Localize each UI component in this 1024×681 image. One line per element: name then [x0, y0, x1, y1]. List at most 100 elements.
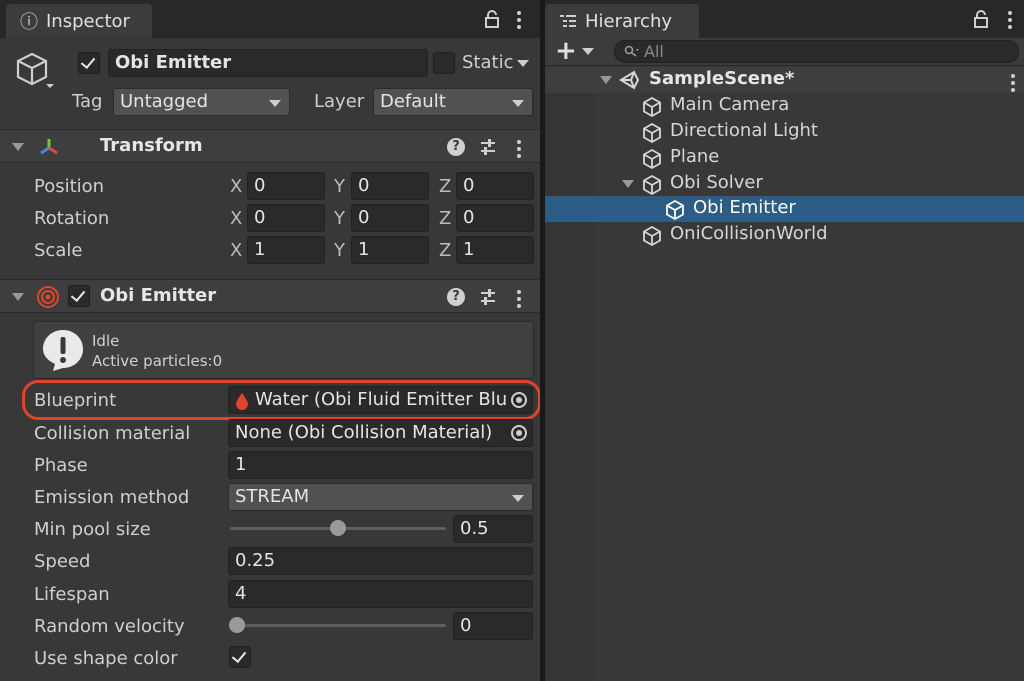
min-pool-size-thumb[interactable]	[330, 520, 346, 536]
scale-label: Scale	[34, 240, 83, 261]
collision-picker-bg[interactable]	[506, 421, 532, 445]
item-label: Directional Light	[670, 120, 818, 141]
hierarchy-item-obi-emitter[interactable]: Obi Emitter	[545, 196, 1024, 222]
emission-method-dropdown[interactable]: STREAM	[228, 483, 533, 511]
scale-x-field[interactable]: 1	[247, 236, 325, 264]
speed-field[interactable]: 0.25	[228, 547, 533, 575]
axis-z-label[interactable]: Z	[439, 240, 451, 261]
presets-icon[interactable]	[479, 288, 497, 306]
gameobject-cube-icon[interactable]	[12, 50, 56, 92]
rotation-z-field[interactable]: 0	[456, 204, 534, 232]
random-velocity-label: Random velocity	[34, 616, 185, 637]
use-shape-color-label: Use shape color	[34, 648, 178, 669]
tag-value: Untagged	[120, 91, 209, 112]
position-z-field[interactable]: 0	[456, 172, 534, 200]
tab-hierarchy[interactable]: Hierarchy	[545, 4, 699, 38]
axis-x-label[interactable]: X	[230, 240, 242, 261]
obi-emitter-title: Obi Emitter	[100, 285, 217, 306]
item-label: Main Camera	[670, 94, 790, 115]
tab-inspector[interactable]: ⓘ Inspector	[6, 4, 152, 38]
object-picker-icon[interactable]	[511, 425, 527, 441]
hierarchy-item-onicollisionworld[interactable]: OniCollisionWorld	[545, 222, 1024, 248]
static-label[interactable]: Static	[462, 52, 513, 73]
item-label: Obi Emitter	[693, 197, 796, 218]
lock-icon[interactable]	[484, 10, 500, 28]
min-pool-size-field[interactable]: 0.5	[453, 515, 533, 543]
help-icon[interactable]: ?	[447, 288, 465, 306]
transform-title: Transform	[100, 135, 203, 156]
tab-label: Inspector	[46, 10, 130, 32]
axis-y-label[interactable]: Y	[334, 240, 345, 261]
speed-label: Speed	[34, 551, 91, 572]
chevron-down-icon	[512, 495, 524, 502]
static-dropdown-icon[interactable]	[517, 60, 529, 67]
status-text: Idle	[92, 332, 120, 350]
emitter-enabled-checkbox[interactable]	[68, 285, 90, 307]
presets-icon[interactable]	[479, 138, 497, 156]
emission-method-label: Emission method	[34, 487, 190, 508]
rotation-x-field[interactable]: 0	[247, 204, 325, 232]
help-icon[interactable]: ?	[447, 138, 465, 156]
tag-dropdown[interactable]: Untagged	[113, 88, 290, 116]
axis-y-label[interactable]: Y	[334, 176, 345, 197]
lifespan-field[interactable]: 4	[228, 580, 533, 608]
inspector-menu-icon[interactable]	[516, 11, 522, 29]
hierarchy-item-plane[interactable]: Plane	[545, 145, 1024, 171]
layer-label: Layer	[314, 91, 365, 112]
search-input[interactable]: All	[614, 40, 1019, 63]
foldout-arrow-icon[interactable]	[12, 143, 24, 151]
hierarchy-item-directional-light[interactable]: Directional Light	[545, 119, 1024, 145]
hierarchy-item-obi-solver[interactable]: Obi Solver	[545, 171, 1024, 197]
add-dropdown-icon[interactable]	[582, 48, 594, 55]
axis-z-label[interactable]: Z	[439, 208, 451, 229]
lifespan-label: Lifespan	[34, 584, 110, 605]
obi-emitter-header[interactable]: Obi Emitter ?	[0, 279, 540, 313]
hierarchy-menu-icon[interactable]	[1007, 11, 1013, 29]
axis-y-label[interactable]: Y	[334, 208, 345, 229]
highlight-outline	[22, 380, 541, 420]
foldout-arrow-icon[interactable]	[600, 76, 612, 84]
use-shape-color-checkbox[interactable]	[229, 646, 251, 668]
gameobject-cube-icon	[643, 225, 661, 247]
phase-label: Phase	[34, 455, 88, 476]
rotation-y-field[interactable]: 0	[351, 204, 429, 232]
scene-menu-icon[interactable]	[1010, 74, 1016, 92]
collision-material-field[interactable]: None (Obi Collision Material)	[228, 419, 533, 447]
gameobject-cube-icon	[666, 199, 684, 221]
scene-row[interactable]: SampleScene*	[545, 67, 1024, 93]
random-velocity-thumb[interactable]	[229, 617, 245, 633]
phase-field[interactable]: 1	[228, 451, 533, 479]
axis-x-label[interactable]: X	[230, 208, 242, 229]
random-velocity-field[interactable]: 0	[453, 612, 533, 640]
foldout-arrow-icon[interactable]	[622, 180, 634, 188]
scale-z-field[interactable]: 1	[456, 236, 534, 264]
gameobject-cube-icon	[643, 174, 661, 196]
object-name-field[interactable]: Obi Emitter	[108, 49, 428, 77]
item-label: Obi Solver	[670, 172, 763, 193]
emission-method-value: STREAM	[235, 486, 310, 507]
add-button[interactable]: +	[555, 36, 577, 66]
layer-dropdown[interactable]: Default	[373, 88, 533, 116]
axis-x-label[interactable]: X	[230, 176, 242, 197]
static-checkbox[interactable]	[433, 52, 455, 74]
scale-y-field[interactable]: 1	[351, 236, 429, 264]
active-checkbox[interactable]	[78, 52, 100, 74]
item-label: OniCollisionWorld	[670, 223, 828, 244]
hierarchy-item-main-camera[interactable]: Main Camera	[545, 93, 1024, 119]
position-x-field[interactable]: 0	[247, 172, 325, 200]
unity-scene-icon	[619, 70, 640, 90]
position-y-field[interactable]: 0	[351, 172, 429, 200]
item-label: Plane	[670, 146, 720, 167]
search-placeholder: All	[644, 42, 664, 61]
component-menu-icon[interactable]	[516, 140, 522, 158]
chevron-down-icon	[512, 100, 524, 107]
lock-icon[interactable]	[973, 10, 989, 28]
foldout-arrow-icon[interactable]	[12, 293, 24, 301]
hierarchy-tabbar: Hierarchy	[545, 0, 1024, 38]
position-label: Position	[34, 176, 105, 197]
transform-header[interactable]: Transform ?	[0, 129, 540, 163]
random-velocity-slider[interactable]	[230, 624, 446, 627]
axis-z-label[interactable]: Z	[439, 176, 451, 197]
component-menu-icon[interactable]	[516, 290, 522, 308]
hierarchy-toolbar: + All	[545, 36, 1024, 66]
